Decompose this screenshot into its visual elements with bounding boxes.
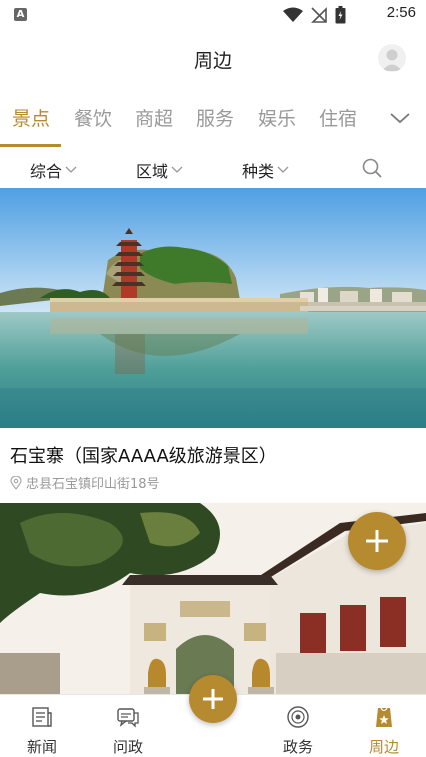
notification-icon: A [14,8,27,21]
nav-government-label: 政务 [282,738,313,756]
no-signal-icon [311,7,327,23]
nearby-icon [376,707,392,727]
area-filter-label: 区域 [136,162,169,181]
chevron-down-icon [171,166,183,173]
plus-icon [203,689,223,709]
active-tab-indicator [0,144,61,147]
area-filter[interactable]: 区域 [136,158,183,182]
add-button[interactable] [348,512,406,570]
nav-news[interactable]: 新闻 [2,695,82,757]
tab-entertainment[interactable]: 娱乐 [258,104,296,131]
tab-services[interactable]: 服务 [196,104,234,131]
wifi-icon [283,7,303,22]
center-add-button[interactable] [189,675,237,723]
app-header: 周边 [0,30,426,86]
notification-letter: A [16,9,25,20]
location-pin-icon [10,475,22,490]
listing-photo [0,188,426,428]
nav-inquiry-label: 问政 [112,738,143,756]
tab-lodging[interactable]: 住宿 [319,104,357,131]
chevron-down-icon [65,166,77,173]
nav-news-label: 新闻 [26,738,57,756]
listing-address: 忠县石宝镇印山街18号 [10,473,160,492]
sort-filter[interactable]: 综合 [30,158,77,182]
chat-icon [117,708,139,728]
page-title: 周边 [193,50,232,72]
category-tabs: 景点 餐饮 商超 服务 娱乐 住宿 [0,92,426,147]
user-icon [382,49,402,71]
listing-address-text: 忠县石宝镇印山街18号 [26,477,160,492]
listing-card[interactable]: 石宝寨（国家AAAA级旅游景区） 忠县石宝镇印山街18号 [0,188,426,498]
status-bar: A 2:56 [0,0,426,30]
chevron-down-icon [277,166,289,173]
nav-nearby[interactable]: 周边 [344,695,424,757]
nav-inquiry[interactable]: 问政 [88,695,168,757]
tab-scenic[interactable]: 景点 [12,104,50,131]
government-icon [287,706,309,728]
tab-dining[interactable]: 餐饮 [74,104,112,131]
status-icons [283,5,346,25]
chevron-down-icon[interactable] [388,106,412,130]
nav-nearby-label: 周边 [368,738,399,756]
tab-shopping[interactable]: 商超 [135,104,173,131]
filter-bar: 综合 区域 种类 [0,148,426,188]
news-icon [32,707,52,727]
plus-icon [366,530,388,552]
avatar[interactable] [378,44,406,72]
nav-government[interactable]: 政务 [258,695,338,757]
listing-title: 石宝寨（国家AAAA级旅游景区） [10,446,277,467]
type-filter[interactable]: 种类 [242,158,289,182]
sort-filter-label: 综合 [30,162,63,181]
clock: 2:56 [386,4,416,21]
battery-icon [335,6,346,24]
type-filter-label: 种类 [242,162,275,181]
search-icon[interactable] [361,157,383,179]
